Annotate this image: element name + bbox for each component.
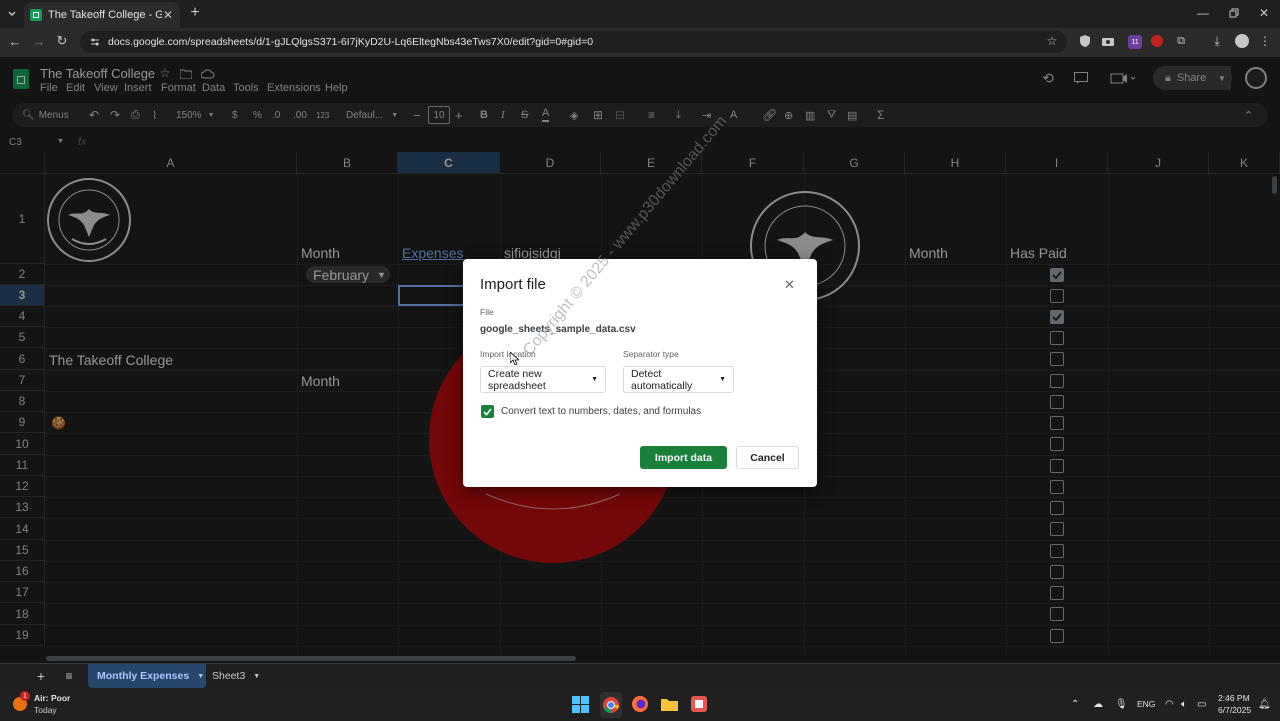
import-location-value: Create new spreadsheet — [488, 367, 546, 392]
browser-menu-icon[interactable]: ⋮ — [1259, 34, 1271, 48]
tray-overflow-icon[interactable]: ⌃ — [1071, 688, 1079, 720]
tab-close-icon[interactable]: ✕ — [162, 8, 174, 22]
clock-time[interactable]: 2:46 PM — [1218, 693, 1250, 703]
restore-icon[interactable] — [1227, 6, 1241, 20]
import-data-button[interactable]: Import data — [640, 446, 727, 469]
weather-widget-icon[interactable]: 1 — [12, 691, 30, 712]
dialog-title: Import file — [480, 276, 546, 293]
horizontal-scrollbar[interactable] — [46, 656, 576, 661]
tab-title: The Takeoff College - Google Sh — [48, 9, 162, 21]
shield-extension-icon[interactable] — [1079, 35, 1091, 47]
window-close-icon[interactable]: ✕ — [1257, 6, 1271, 20]
extension-badge-icon[interactable]: 11 — [1128, 35, 1142, 49]
language-indicator[interactable]: ENG — [1137, 688, 1155, 720]
separator-chevron-icon: ▼ — [719, 376, 726, 383]
cancel-button[interactable]: Cancel — [736, 446, 799, 469]
mouse-cursor-icon — [510, 352, 519, 365]
cloud-tray-icon[interactable]: ☁︎ — [1093, 688, 1103, 720]
back-icon[interactable]: ← — [8, 34, 22, 49]
forward-icon[interactable]: → — [32, 34, 46, 49]
download-icon[interactable]: ⤓ — [1211, 34, 1223, 48]
sheet-tab-sheet3[interactable]: Sheet3 ▼ — [212, 670, 260, 682]
battery-icon[interactable]: ▭ — [1197, 688, 1206, 720]
notifications-icon[interactable]: 🔔︎ — [1258, 688, 1271, 720]
sheet-tab-label: Monthly Expenses — [97, 670, 190, 682]
vertical-scrollbar[interactable] — [1272, 176, 1277, 194]
import-file-dialog: Import file ✕ File google_sheets_sample_… — [463, 259, 817, 487]
weather-badge: 1 — [20, 691, 30, 701]
sheet-tab-chevron-icon: ▼ — [197, 672, 205, 680]
file-explorer-taskbar-icon[interactable] — [661, 697, 678, 711]
sheet-tab-monthly-expenses[interactable]: Monthly Expenses ▼ — [88, 664, 206, 688]
convert-text-label[interactable]: Convert text to numbers, dates, and form… — [501, 406, 701, 417]
location-chevron-icon: ▼ — [591, 376, 598, 383]
checkmark-icon — [483, 407, 492, 416]
windows-start-icon[interactable] — [572, 696, 589, 713]
weather-subtitle: Today — [34, 705, 57, 715]
record-extension-icon[interactable] — [1151, 35, 1163, 47]
reload-icon[interactable]: ↻ — [55, 33, 69, 48]
tab-search-icon[interactable] — [4, 5, 20, 21]
extensions-puzzle-icon[interactable]: ⧉ — [1175, 35, 1187, 47]
sheet-tab-chevron-icon: ▼ — [253, 672, 261, 680]
clock-date[interactable]: 6/7/2025 — [1218, 705, 1251, 715]
file-label: File — [480, 307, 494, 317]
extension-badge-count: 11 — [1131, 38, 1139, 46]
minimize-icon[interactable]: — — [1196, 6, 1210, 20]
chrome-taskbar-icon[interactable] — [600, 692, 622, 718]
separator-type-label: Separator type — [623, 349, 679, 359]
separator-type-select[interactable]: Detect automatically ▼ — [623, 366, 734, 393]
add-sheet-icon[interactable]: + — [34, 668, 48, 684]
site-info-icon[interactable] — [88, 37, 102, 47]
address-bar[interactable]: docs.google.com/spreadsheets/d/1-gJLQlgs… — [80, 31, 1067, 53]
firefox-taskbar-icon[interactable] — [632, 696, 648, 712]
sheets-favicon-icon — [30, 9, 42, 21]
wifi-icon[interactable]: ◠ — [1165, 688, 1174, 720]
weather-title[interactable]: Air: Poor — [34, 693, 70, 703]
bookmark-star-icon[interactable]: ☆ — [1046, 34, 1058, 48]
all-sheets-icon[interactable]: ≡ — [62, 669, 76, 683]
app-taskbar-icon[interactable] — [691, 696, 707, 712]
dialog-close-icon[interactable]: ✕ — [783, 277, 796, 292]
microphone-icon[interactable]: 🎙︎ — [1115, 688, 1128, 720]
new-tab-icon[interactable]: + — [188, 4, 202, 21]
volume-icon[interactable]: 🔈︎ — [1181, 688, 1187, 720]
browser-tab[interactable]: The Takeoff College - Google Sh ✕ — [24, 2, 180, 28]
camera-extension-icon[interactable] — [1102, 35, 1114, 47]
import-location-select[interactable]: Create new spreadsheet ▼ — [480, 366, 606, 393]
separator-type-value: Detect automatically — [631, 367, 693, 392]
profile-avatar[interactable] — [1235, 34, 1249, 48]
url-text: docs.google.com/spreadsheets/d/1-gJLQlgs… — [108, 36, 594, 48]
sheet-tab-label: Sheet3 — [212, 670, 246, 682]
convert-text-checkbox[interactable] — [481, 405, 494, 418]
